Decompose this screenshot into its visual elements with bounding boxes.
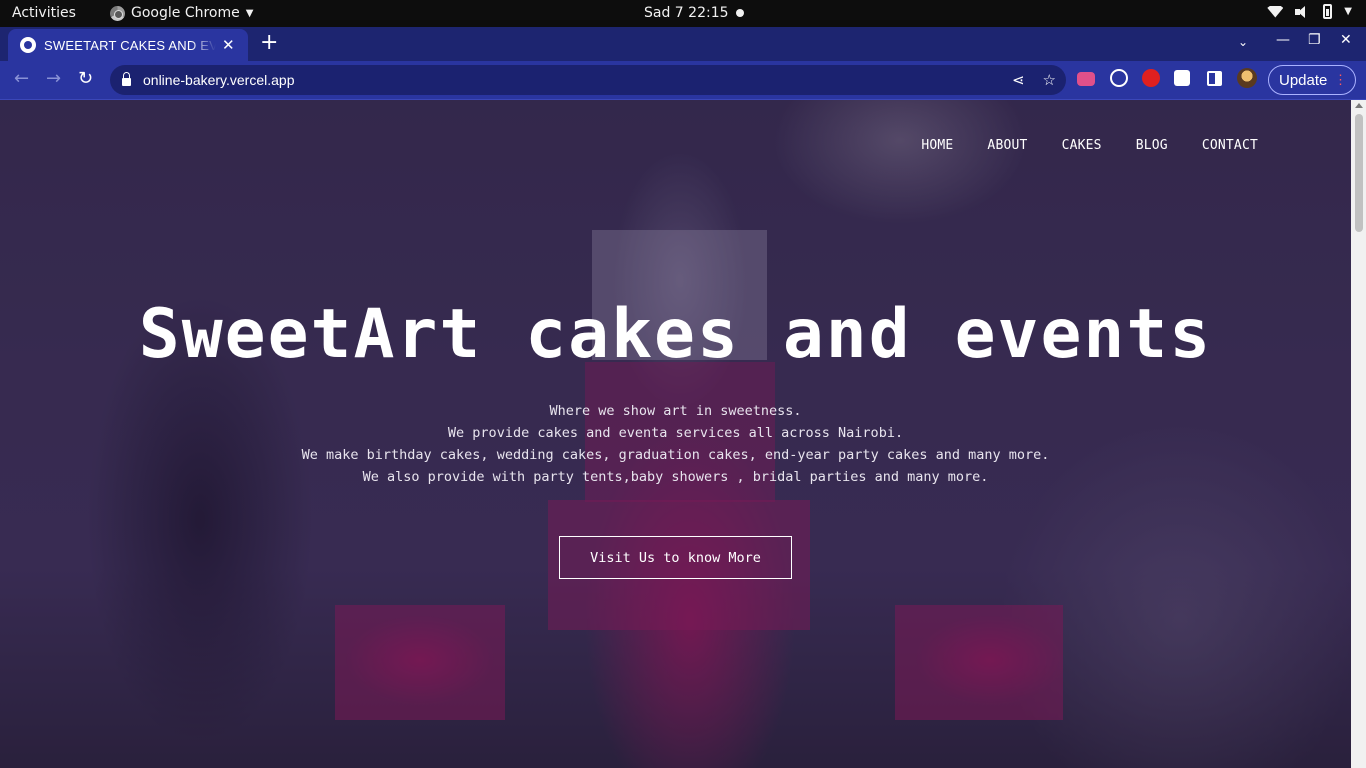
chevron-down-icon: ▼ [1344,6,1352,17]
url-text: online-bakery.vercel.app [143,72,295,88]
wifi-icon [1267,5,1284,18]
scrollbar-thumb[interactable] [1355,114,1363,232]
extension-block-icon[interactable] [1142,69,1160,87]
share-icon[interactable]: ⋖ [1012,71,1025,89]
volume-icon [1295,5,1311,19]
side-panel-icon[interactable] [1207,71,1222,86]
nav-contact[interactable]: CONTACT [1202,138,1258,153]
tab-search-icon[interactable]: ⌄ [1238,35,1248,49]
page-scrollbar[interactable] [1351,100,1366,768]
address-bar[interactable]: online-bakery.vercel.app ⋖ ☆ [110,65,1066,95]
new-tab-button[interactable]: + [260,31,278,55]
clock[interactable]: Sad 7 22:15 [644,5,729,21]
forward-icon[interactable]: → [46,69,61,89]
page-viewport: HOME ABOUT CAKES BLOG CONTACT SweetArt c… [0,100,1351,768]
chevron-down-icon: ▼ [245,7,254,19]
update-label: Update [1279,71,1328,89]
profile-avatar[interactable] [1237,68,1257,88]
lock-icon [122,72,131,86]
browser-tab[interactable]: SWEETART CAKES AND EVENTS ✕ [8,29,248,61]
tab-title: SWEETART CAKES AND EVENTS [44,37,216,53]
extensions-puzzle-icon[interactable] [1174,70,1190,86]
extension-recorder-icon[interactable] [1077,72,1095,86]
battery-icon [1323,4,1333,19]
nav-about[interactable]: ABOUT [987,138,1027,153]
visit-us-button[interactable]: Visit Us to know More [559,536,792,579]
menu-dots-icon: ⋮ [1334,72,1347,87]
restore-icon[interactable]: ❐ [1308,32,1321,48]
close-tab-icon[interactable]: ✕ [222,36,235,54]
site-nav: HOME ABOUT CAKES BLOG CONTACT [921,138,1258,153]
activities-button[interactable]: Activities [12,5,76,21]
chrome-icon [110,5,125,21]
hero-line: We make birthday cakes, wedding cakes, g… [301,447,1050,463]
app-menu[interactable]: Google Chrome ▼ [110,5,253,21]
system-tray[interactable]: ▼ [1267,4,1352,19]
system-top-bar: Activities Google Chrome ▼ Sad 7 22:15 ▼ [0,0,1366,27]
hero-line: We provide cakes and eventa services all… [447,425,904,441]
close-window-icon[interactable]: ✕ [1340,32,1352,48]
nav-blog[interactable]: BLOG [1136,138,1168,153]
hero-line: We also provide with party tents,baby sh… [362,469,989,485]
nav-home[interactable]: HOME [921,138,953,153]
nav-cakes[interactable]: CAKES [1062,138,1102,153]
reload-icon[interactable]: ↻ [78,69,93,89]
notification-dot-icon [736,9,744,17]
back-icon[interactable]: ← [14,69,29,89]
app-name: Google Chrome [131,5,240,21]
minimize-icon[interactable]: — [1276,32,1290,48]
browser-toolbar: ← → ↻ online-bakery.vercel.app ⋖ ☆ Updat… [0,61,1366,100]
hero-title: SweetArt cakes and events [138,295,1213,374]
extension-react-icon[interactable] [1110,69,1128,87]
favicon-icon [20,37,36,53]
bookmark-star-icon[interactable]: ☆ [1043,71,1056,89]
update-button[interactable]: Update ⋮ [1268,65,1356,95]
hero-line: Where we show art in sweetness. [549,403,802,419]
scroll-up-icon[interactable] [1355,103,1363,108]
tab-strip: SWEETART CAKES AND EVENTS ✕ + ⌄ — ❐ ✕ [0,27,1366,61]
hero-description: Where we show art in sweetness. We provi… [0,400,1351,488]
